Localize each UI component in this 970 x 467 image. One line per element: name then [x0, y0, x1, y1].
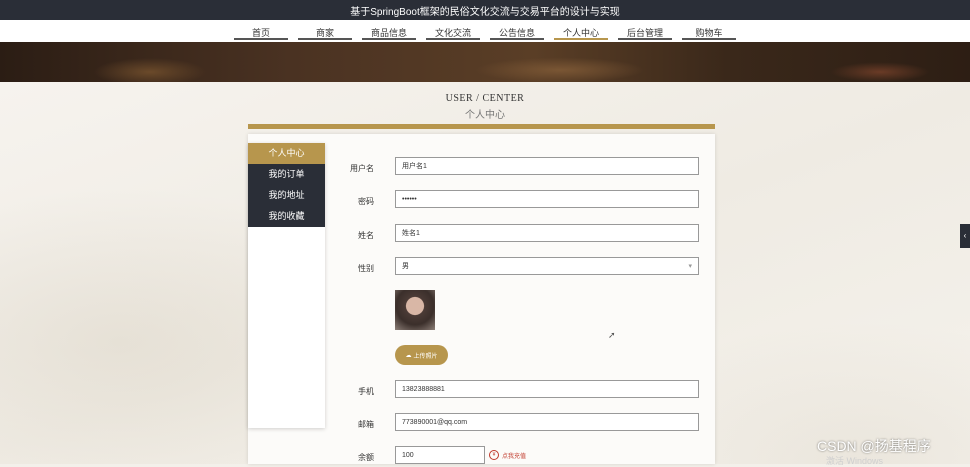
main-nav: 首页 商家 商品信息 文化交流 公告信息 个人中心 后台管理 购物车	[0, 20, 970, 42]
nav-announcements[interactable]: 公告信息	[490, 20, 544, 42]
recharge-link[interactable]: ¥ 点我充值	[489, 450, 526, 460]
name-field[interactable]: 姓名1	[395, 224, 699, 242]
email-row: 邮箱 773890001@qq.com	[330, 413, 710, 433]
sidebar-item-favorites[interactable]: 我的收藏	[248, 206, 325, 227]
phone-label: 手机	[358, 387, 374, 396]
side-collapse-tab[interactable]: ‹	[960, 224, 970, 248]
balance-label: 余额	[358, 453, 374, 462]
user-sidebar: 个人中心 我的订单 我的地址 我的收藏	[248, 143, 325, 428]
email-label: 邮箱	[358, 420, 374, 429]
cloud-upload-icon: ☁	[405, 352, 412, 359]
site-title: 基于SpringBoot框架的民俗文化交流与交易平台的设计与实现	[350, 6, 620, 18]
gender-row: 性别 男 ▾	[330, 257, 710, 277]
chevron-down-icon: ▾	[688, 263, 692, 270]
banner-image	[0, 42, 970, 82]
phone-row: 手机 13823888881	[330, 380, 710, 400]
nav-cart[interactable]: 购物车	[682, 20, 736, 42]
nav-culture-exchange[interactable]: 文化交流	[426, 20, 480, 42]
password-row: 密码 ••••••	[330, 190, 710, 210]
sidebar-item-profile[interactable]: 个人中心	[248, 143, 325, 164]
username-field[interactable]: 用户名1	[395, 157, 699, 175]
password-label: 密码	[358, 197, 374, 206]
upload-photo-button[interactable]: ☁ 上传照片	[395, 345, 448, 365]
windows-activation-notice: 激活 Windows	[826, 456, 884, 466]
gender-label: 性别	[358, 264, 374, 273]
section-title-cn: 个人中心	[465, 110, 505, 121]
phone-field[interactable]: 13823888881	[395, 380, 699, 398]
site-header: 基于SpringBoot框架的民俗文化交流与交易平台的设计与实现	[0, 0, 970, 20]
gender-value: 男	[402, 263, 409, 270]
nav-products[interactable]: 商品信息	[362, 20, 416, 42]
email-field[interactable]: 773890001@qq.com	[395, 413, 699, 431]
password-field[interactable]: ••••••	[395, 190, 699, 208]
section-divider	[248, 124, 715, 129]
gender-select[interactable]: 男 ▾	[395, 257, 699, 275]
recharge-label: 点我充值	[502, 453, 527, 460]
avatar	[395, 290, 435, 330]
balance-field[interactable]: 100	[395, 446, 485, 464]
name-label: 姓名	[358, 231, 374, 240]
name-row: 姓名 姓名1	[330, 224, 710, 244]
sidebar-item-orders[interactable]: 我的订单	[248, 164, 325, 185]
username-label: 用户名	[350, 164, 374, 173]
nav-user-center[interactable]: 个人中心	[554, 20, 608, 42]
nav-home[interactable]: 首页	[234, 20, 288, 42]
mouse-cursor-icon: ➚	[608, 330, 616, 340]
nav-admin[interactable]: 后台管理	[618, 20, 672, 42]
nav-merchant[interactable]: 商家	[298, 20, 352, 42]
recharge-icon: ¥	[489, 450, 499, 460]
upload-photo-label: 上传照片	[413, 353, 438, 360]
username-row: 用户名 用户名1	[330, 157, 710, 177]
csdn-watermark: CSDN @扬基程序	[817, 438, 931, 454]
section-title-en: USER / CENTER	[445, 93, 525, 104]
sidebar-item-addresses[interactable]: 我的地址	[248, 185, 325, 206]
section-heading: USER / CENTER 个人中心	[0, 93, 970, 121]
